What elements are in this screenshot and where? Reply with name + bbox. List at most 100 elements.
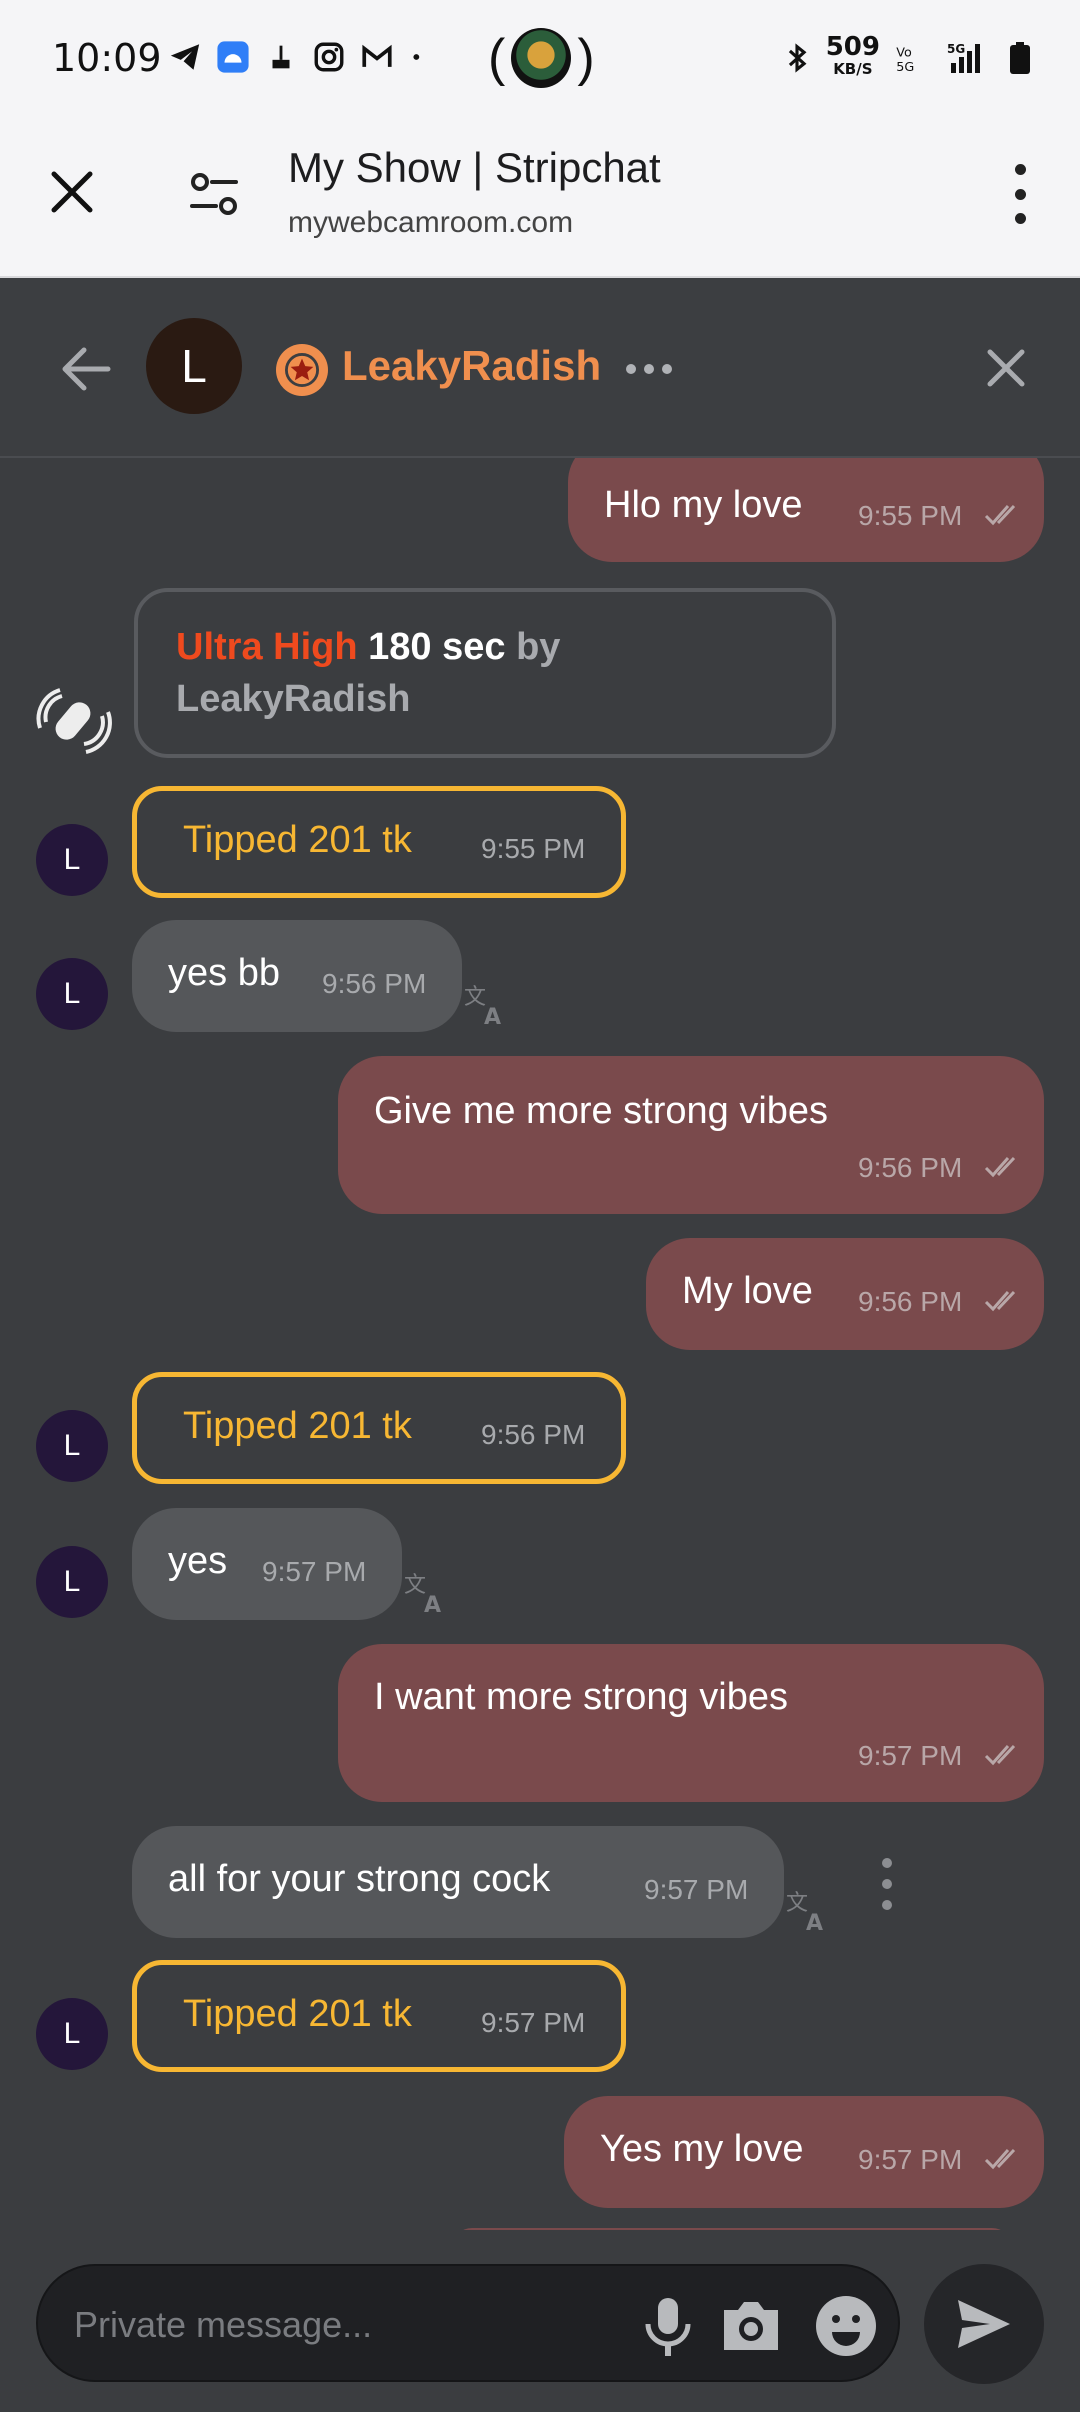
- svg-text:5G: 5G: [896, 60, 914, 75]
- message-list[interactable]: Hlo my love 9:55 PM Ultra High 180 sec b…: [0, 458, 1080, 2230]
- ultra-by: by: [516, 626, 561, 668]
- ultra-level: Ultra High: [176, 626, 358, 668]
- message-text: all for your strong cock: [168, 1858, 551, 1900]
- double-check-icon: [984, 2148, 1016, 2170]
- paren-left: (: [488, 29, 506, 87]
- outgoing-message[interactable]: I want more strong vibes 9:57 PM: [338, 1644, 1044, 1802]
- double-check-icon: [984, 1290, 1016, 1312]
- ultra-duration: 180 sec: [368, 626, 506, 668]
- mic-icon[interactable]: [638, 2294, 698, 2358]
- message-composer: Private message...: [0, 2230, 1080, 2412]
- tip-message[interactable]: Tipped 201 tk 9:57 PM: [132, 1960, 626, 2072]
- tip-text: Tipped 201 tk: [183, 819, 412, 861]
- outgoing-message[interactable]: Yes my love 9:57 PM: [564, 2096, 1044, 2208]
- svg-text:Vo: Vo: [896, 46, 912, 61]
- tip-text: Tipped 201 tk: [183, 1993, 412, 2035]
- vibration-icon: [36, 688, 112, 754]
- message-text: Hlo my love: [604, 484, 803, 526]
- svg-text:A: A: [806, 1911, 823, 1934]
- send-button[interactable]: [924, 2264, 1044, 2384]
- android-app-icon: [217, 41, 249, 73]
- svg-text:A: A: [484, 1005, 501, 1028]
- sender-avatar[interactable]: L: [36, 958, 108, 1030]
- message-text: I want more strong vibes: [374, 1676, 788, 1718]
- telegram-icon: [170, 44, 200, 70]
- ultra-line: Ultra High 180 sec by: [176, 626, 560, 669]
- browser-toolbar: My Show | Stripchat mywebcamroom.com: [0, 120, 1080, 278]
- double-check-icon: [984, 1744, 1016, 1766]
- back-arrow-icon[interactable]: [58, 342, 112, 396]
- system-icons: 509 KB/S Vo 5G 5G: [780, 34, 1032, 80]
- message-text: yes: [168, 1540, 228, 1582]
- status-time: 10:09: [52, 36, 162, 80]
- sender-avatar[interactable]: L: [36, 1998, 108, 2070]
- svg-text:A: A: [424, 1593, 441, 1616]
- ultra-user: LeakyRadish: [176, 678, 411, 720]
- page-title: My Show | Stripchat: [288, 144, 661, 191]
- active-call-indicator: ( ): [488, 28, 595, 88]
- dot-icon: [413, 54, 420, 60]
- instagram-icon: [314, 42, 344, 72]
- tip-message[interactable]: Tipped 201 tk 9:56 PM: [132, 1372, 626, 1484]
- svg-text:文: 文: [464, 985, 486, 1010]
- menu-icon[interactable]: [1010, 164, 1030, 224]
- message-time: 9:56 PM: [858, 1152, 963, 1183]
- message-time: 9:56 PM: [322, 968, 427, 999]
- translate-icon[interactable]: 文A: [404, 1572, 448, 1616]
- incoming-message[interactable]: yes 9:57 PM: [132, 1508, 402, 1620]
- tip-message[interactable]: Tipped 201 tk 9:55 PM: [132, 786, 626, 898]
- tune-icon[interactable]: [190, 172, 238, 216]
- message-time: 9:56 PM: [481, 1419, 586, 1450]
- sender-avatar[interactable]: L: [36, 1410, 108, 1482]
- close-chat-icon[interactable]: [982, 344, 1030, 392]
- message-time: 9:57 PM: [858, 2144, 963, 2175]
- private-message-input[interactable]: Private message...: [36, 2264, 900, 2382]
- chat-header: L LeakyRadish: [0, 278, 1080, 458]
- sender-avatar[interactable]: L: [36, 824, 108, 896]
- incoming-message[interactable]: all for your strong cock 9:57 PM: [132, 1826, 784, 1938]
- gmail-icon: [362, 44, 392, 67]
- status-bar: 10:09 ( ) 509 KB/S Vo 5G 5G: [0, 0, 1080, 120]
- send-icon: [958, 2300, 1010, 2348]
- contact-avatar: [511, 28, 572, 88]
- signal-icon: 5G: [947, 42, 980, 73]
- outgoing-message[interactable]: Give me more strong vibes 9:56 PM: [338, 1056, 1044, 1214]
- chat-username[interactable]: LeakyRadish: [342, 342, 601, 390]
- sender-avatar[interactable]: L: [36, 1546, 108, 1618]
- speed-unit: KB/S: [833, 60, 873, 78]
- outgoing-message[interactable]: Hlo my love 9:55 PM: [568, 458, 1044, 562]
- message-text: yes bb: [168, 952, 280, 994]
- close-icon[interactable]: [48, 168, 96, 216]
- more-dots-icon[interactable]: [626, 364, 672, 374]
- battery-icon: [1010, 42, 1030, 74]
- message-options-icon[interactable]: [882, 1858, 894, 1910]
- message-time: 9:57 PM: [481, 2007, 586, 2038]
- star-badge-icon: [276, 344, 328, 396]
- message-time: 9:57 PM: [858, 1740, 963, 1771]
- message-text: Give me more strong vibes: [374, 1090, 829, 1132]
- input-placeholder: Private message...: [74, 2304, 373, 2345]
- translate-icon[interactable]: 文A: [464, 984, 508, 1028]
- user-avatar[interactable]: L: [146, 318, 242, 414]
- svg-text:文: 文: [786, 1891, 808, 1916]
- notification-icons: [168, 40, 428, 74]
- message-time: 9:57 PM: [262, 1556, 367, 1587]
- tip-text: Tipped 201 tk: [183, 1405, 412, 1447]
- ultra-high-card: Ultra High 180 sec by LeakyRadish: [134, 588, 836, 758]
- double-check-icon: [984, 504, 1016, 526]
- emoji-icon[interactable]: [814, 2294, 878, 2358]
- message-text: Yes my love: [600, 2128, 804, 2170]
- page-url[interactable]: mywebcamroom.com: [288, 206, 573, 240]
- paren-right: ): [577, 29, 595, 87]
- incoming-message[interactable]: yes bb 9:56 PM: [132, 920, 462, 1032]
- network-speed: 509 KB/S: [826, 34, 880, 80]
- message-time: 9:56 PM: [858, 1286, 963, 1317]
- double-check-icon: [984, 1156, 1016, 1178]
- message-time: 9:57 PM: [644, 1874, 749, 1905]
- outgoing-message[interactable]: My love 9:56 PM: [646, 1238, 1044, 1350]
- bluetooth-icon: [788, 43, 807, 73]
- svg-text:5G: 5G: [947, 42, 965, 56]
- camera-icon[interactable]: [718, 2296, 784, 2356]
- game-icon: [272, 45, 290, 69]
- translate-icon[interactable]: 文A: [786, 1890, 830, 1934]
